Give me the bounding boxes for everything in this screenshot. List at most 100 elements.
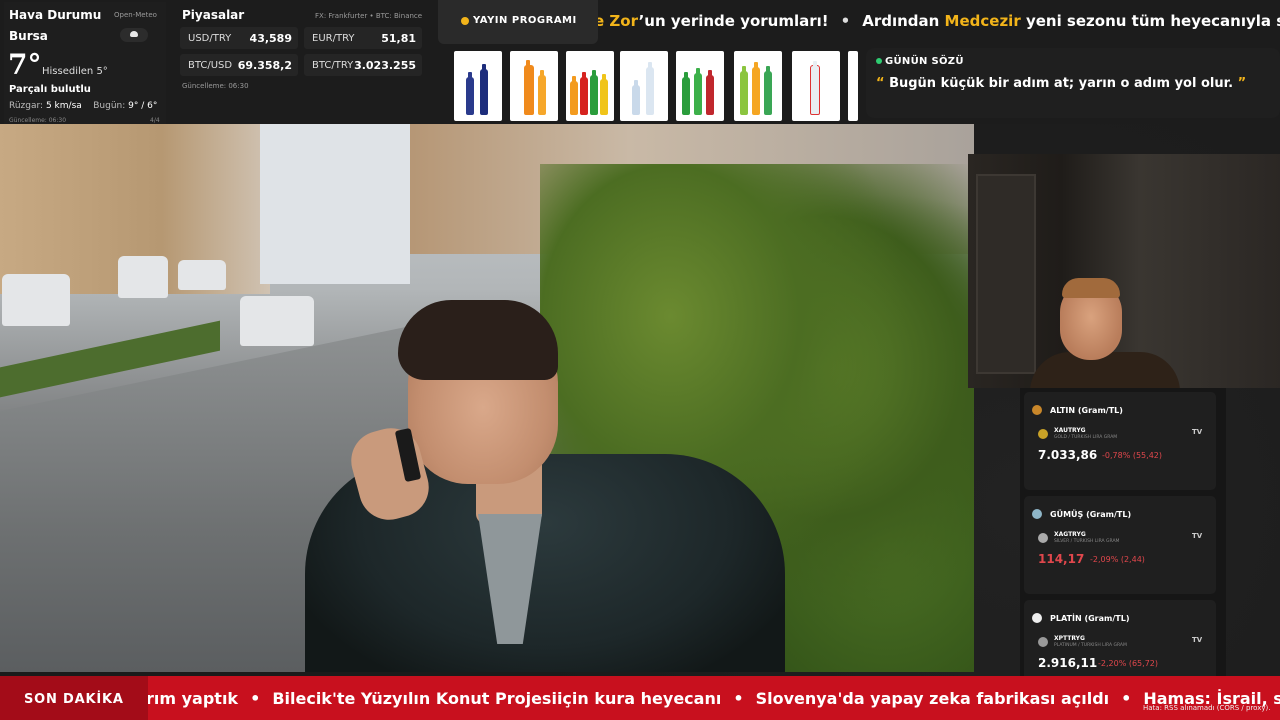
metal-subtitle: GOLD / TURKISH LIRA GRAM <box>1054 435 1118 440</box>
product-image <box>734 51 782 121</box>
news-separator: • <box>250 689 261 708</box>
ticker-highlight: e Zor <box>598 12 639 30</box>
product-image <box>792 51 840 121</box>
metal-symbol: XAGTRYG <box>1054 531 1086 538</box>
top-ticker: e Zor’un yerinde yorumları! • Ardından Med… <box>598 10 1280 36</box>
ticker-separator: • <box>840 12 851 30</box>
metal-title: ALTIN (Gram/TL) <box>1050 406 1123 415</box>
metal-card-silver: GÜMÜŞ (Gram/TL) XAGTRYG SILVER / TURKISH… <box>1024 496 1216 594</box>
today-value: 9° / 6° <box>128 101 158 111</box>
breaking-news-tag: SON DAKİKA <box>0 676 148 720</box>
weather-updated: Güncelleme: 06:30 <box>9 117 67 124</box>
metal-card-gold: ALTIN (Gram/TL) XAUTRYG GOLD / TURKISH L… <box>1024 392 1216 490</box>
weather-title: Hava Durumu <box>9 8 102 22</box>
market-label: EUR/TRY <box>312 33 355 44</box>
product-image <box>620 51 668 121</box>
breaking-news-bar: SON DAKİKA rım yaptık • Bilecik'te Yüzyılı… <box>0 676 1280 720</box>
stream-overlay: Hava Durumu Open-Meteo Bursa 7° Hissedil… <box>0 0 1280 720</box>
weather-page-indicator: 4/4 <box>150 117 160 124</box>
quote-open-mark: “ <box>876 76 885 91</box>
news-separator: • <box>733 689 744 708</box>
wind-value: 5 km/sa <box>45 101 82 111</box>
metal-symbol: XPTTRYG <box>1054 635 1085 642</box>
metal-change: -2,09% (2,44) <box>1090 555 1145 564</box>
webcam-person-shirt <box>1030 352 1180 388</box>
rss-error-note: Hata: RSS alınamadı (CORS / proxy). <box>1143 704 1271 712</box>
schedule-label: YAYIN PROGRAMI <box>473 15 577 26</box>
platinum-coin-icon <box>1038 637 1048 647</box>
tradingview-icon[interactable]: TV <box>1192 532 1202 540</box>
market-label: BTC/USD <box>188 60 233 71</box>
metal-title: GÜMÜŞ (Gram/TL) <box>1050 510 1132 519</box>
metal-price: 2.916,11 <box>1038 656 1098 670</box>
quote-label: GÜNÜN SÖZÜ <box>885 56 964 67</box>
weather-city: Bursa <box>9 29 48 43</box>
metal-symbol: XAUTRYG <box>1054 427 1086 434</box>
video-sky <box>260 124 410 284</box>
webcam-door <box>976 174 1036 374</box>
markets-source: FX: Frankfurter • BTC: Binance <box>315 12 423 20</box>
medal-silver-icon <box>1032 509 1042 519</box>
weather-widget: Hava Durumu Open-Meteo Bursa 7° Hissedil… <box>4 2 166 126</box>
video-car <box>2 274 70 326</box>
metal-subtitle: SILVER / TURKISH LIRA GRAM <box>1054 539 1120 544</box>
markets-updated: Güncelleme: 06:30 <box>182 82 249 90</box>
news-item: rım yaptık <box>148 689 239 708</box>
metal-change: -2,20% (65,72) <box>1098 659 1158 668</box>
quote-close-mark: ” <box>1237 76 1247 91</box>
tradingview-icon[interactable]: TV <box>1192 636 1202 644</box>
news-item: Slovenya'da yapay zeka fabrikası açıldı <box>755 689 1110 708</box>
ticker-highlight: Medcezir <box>944 12 1021 30</box>
market-cell-btcusd: BTC/USD 69.358,2 <box>180 54 298 76</box>
quote-text: Bugün küçük bir adım at; yarın o adım yo… <box>884 76 1238 91</box>
weather-condition: Parçalı bulutlu <box>9 84 91 95</box>
market-label: USD/TRY <box>188 33 232 44</box>
market-value: 69.358,2 <box>237 59 292 72</box>
partly-cloudy-icon <box>120 28 148 42</box>
metals-panel: ALTIN (Gram/TL) XAUTRYG GOLD / TURKISH L… <box>1020 388 1226 698</box>
breaking-news-ticker: rım yaptık • Bilecik'te Yüzyılın Konut Pro… <box>148 676 1280 720</box>
quote-of-the-day: GÜNÜN SÖZÜ “ Bugün küçük bir adım at; ya… <box>866 48 1280 118</box>
market-cell-usdtry: USD/TRY 43,589 <box>180 27 298 49</box>
ticker-text: ’un yerinde yorumları! <box>638 12 829 30</box>
metal-price: 114,17 <box>1038 552 1085 566</box>
market-cell-eurtry: EUR/TRY 51,81 <box>304 27 422 49</box>
product-image <box>566 51 614 121</box>
video-car <box>118 256 168 298</box>
schedule-dot-icon <box>461 17 469 25</box>
video-car <box>178 260 226 290</box>
breaking-news-label: SON DAKİKA <box>24 692 124 707</box>
tradingview-icon[interactable]: TV <box>1192 428 1202 436</box>
sponsor-product-strip <box>448 48 858 124</box>
webcam-feed[interactable] <box>968 154 1280 388</box>
market-label: BTC/TRY <box>312 60 354 71</box>
gold-coin-icon <box>1038 429 1048 439</box>
market-value: 51,81 <box>381 32 416 45</box>
circle-white-icon <box>1032 613 1042 623</box>
market-value: 3.023.255 <box>354 59 416 72</box>
metal-change: -0,78% (55,42) <box>1102 451 1162 460</box>
product-image <box>454 51 502 121</box>
wind-label: Rüzgar: <box>9 101 44 111</box>
metal-subtitle: PLATINUM / TURKISH LIRA GRAM <box>1054 643 1127 648</box>
news-separator: • <box>1121 689 1132 708</box>
markets-title: Piyasalar <box>182 8 245 22</box>
market-value: 43,589 <box>249 32 292 45</box>
weather-temperature: 7° <box>8 48 42 81</box>
top-ticker-text: e Zor’un yerinde yorumları! • Ardından Med… <box>598 12 1280 30</box>
today-label: Bugün: <box>93 101 126 111</box>
webcam-person-hair <box>1062 278 1120 298</box>
product-image <box>676 51 724 121</box>
markets-widget: Piyasalar FX: Frankfurter • BTC: Binance… <box>178 2 428 98</box>
metal-price: 7.033,86 <box>1038 448 1098 462</box>
news-item: Bilecik'te Yüzyılın Konut Projesiiçin ku… <box>272 689 722 708</box>
weather-feels-like: Hissedilen 5° <box>42 66 108 77</box>
market-cell-btctry: BTC/TRY 3.023.255 <box>304 54 422 76</box>
quote-text-row: “ Bugün küçük bir adım at; yarın o adım … <box>876 76 1246 91</box>
main-video[interactable] <box>0 124 974 672</box>
product-image <box>848 51 858 121</box>
breaking-news-text: rım yaptık • Bilecik'te Yüzyılın Konut Pro… <box>148 689 1280 708</box>
schedule-badge: YAYIN PROGRAMI <box>438 0 598 44</box>
ticker-text: Ardından <box>862 12 945 30</box>
video-person-hair <box>398 300 558 380</box>
